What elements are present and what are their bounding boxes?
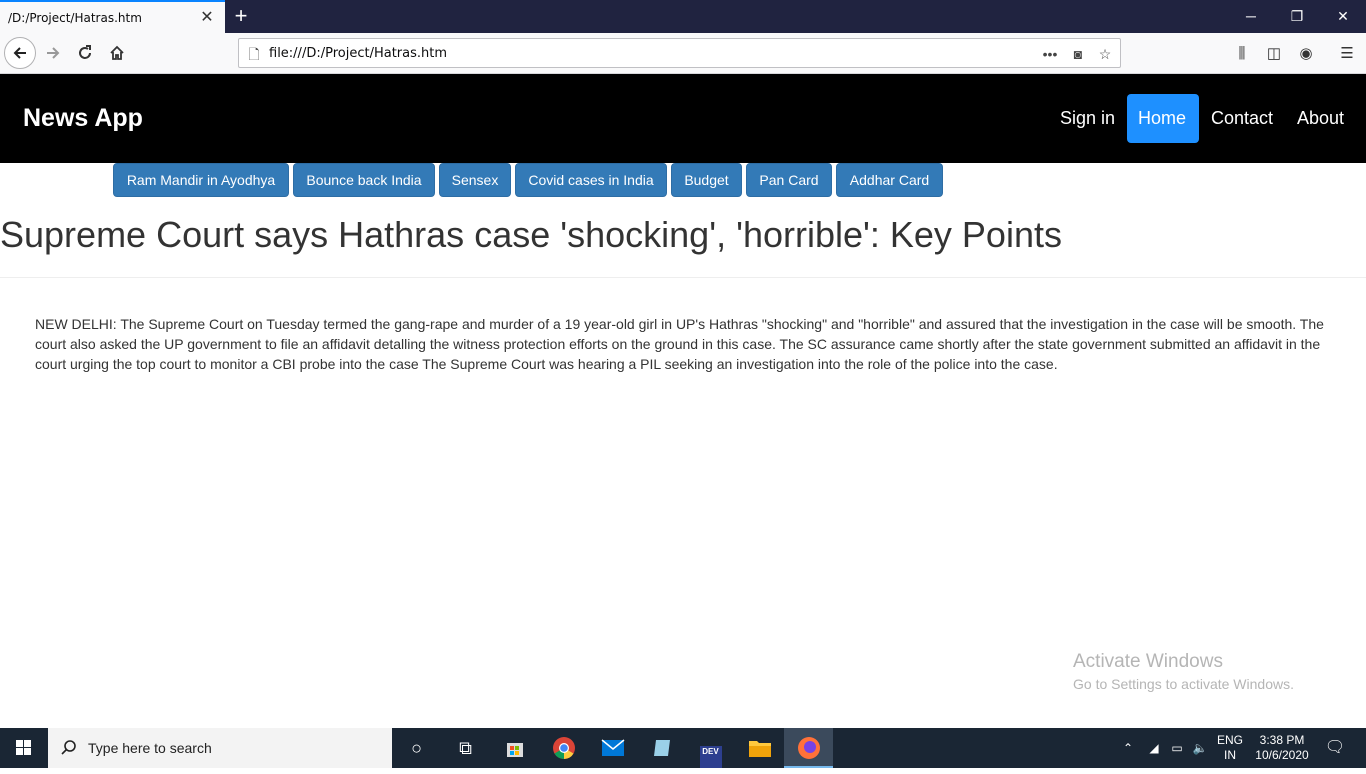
topic-button[interactable]: Sensex	[439, 163, 511, 197]
volume-icon[interactable]: 🔈	[1189, 728, 1211, 768]
browser-toolbar: 🗋 file:///D:/Project/Hatras.htm ••• ◙ ☆ …	[0, 33, 1366, 74]
activation-watermark-hint: Go to Settings to activate Windows.	[1073, 676, 1294, 692]
notes-app-icon[interactable]	[637, 728, 686, 768]
taskbar-search[interactable]: Type here to search	[48, 728, 392, 768]
notifications-icon[interactable]: 🗨	[1320, 728, 1350, 768]
url-bar[interactable]: 🗋 file:///D:/Project/Hatras.htm ••• ◙ ☆	[238, 38, 1121, 68]
topic-button[interactable]: Budget	[671, 163, 742, 197]
close-tab-icon[interactable]: ✕	[198, 9, 216, 27]
network-icon[interactable]: ◢	[1143, 728, 1165, 768]
home-icon[interactable]	[101, 37, 133, 69]
tab-title: /D:/Project/Hatras.htm	[8, 11, 142, 25]
store-icon[interactable]	[490, 728, 539, 768]
region-code: IN	[1224, 748, 1236, 762]
tray-chevron-icon[interactable]: ⌃	[1118, 728, 1138, 768]
nav-home[interactable]: Home	[1127, 94, 1199, 143]
forward-arrow-icon[interactable]	[37, 37, 69, 69]
firefox-icon[interactable]	[784, 728, 833, 768]
divider	[0, 277, 1366, 278]
back-arrow-icon[interactable]	[4, 37, 36, 69]
windows-start-icon[interactable]	[0, 728, 48, 768]
brand-logo[interactable]: News App	[23, 104, 143, 133]
browser-tab[interactable]: /D:/Project/Hatras.htm ✕	[0, 0, 225, 33]
clock-date: 10/6/2020	[1255, 748, 1309, 762]
task-view-icon[interactable]: ⧉	[441, 728, 490, 768]
clock-time: 3:38 PM	[1259, 733, 1305, 747]
language-indicator[interactable]: ENG IN	[1213, 728, 1247, 768]
mail-icon[interactable]	[588, 728, 637, 768]
dev-cpp-icon[interactable]: DEV	[686, 728, 735, 768]
browser-tab-strip: /D:/Project/Hatras.htm ✕ + ─ ❐ ✕	[0, 0, 1366, 33]
account-icon[interactable]: ◉	[1296, 44, 1316, 64]
article-headline: Supreme Court says Hathras case 'shockin…	[0, 214, 1062, 255]
cortana-icon[interactable]: ○	[392, 728, 441, 768]
topic-button[interactable]: Covid cases in India	[515, 163, 667, 197]
battery-icon[interactable]: ▭	[1166, 728, 1188, 768]
new-tab-icon[interactable]: +	[228, 4, 254, 30]
more-actions-icon[interactable]: •••	[1041, 45, 1059, 63]
topic-button[interactable]: Addhar Card	[836, 163, 943, 197]
bookmark-star-icon[interactable]: ☆	[1096, 45, 1114, 63]
language-code: ENG	[1216, 733, 1243, 747]
site-navbar: News App Sign in Home Contact About	[0, 74, 1366, 163]
library-icon[interactable]: ⫼	[1232, 44, 1252, 64]
article-body: NEW DELHI: The Supreme Court on Tuesday …	[35, 316, 1324, 372]
menu-icon[interactable]: ☰	[1337, 44, 1357, 64]
topic-button[interactable]: Pan Card	[746, 163, 832, 197]
topic-button[interactable]: Bounce back India	[293, 163, 435, 197]
file-explorer-icon[interactable]	[735, 728, 784, 768]
pocket-icon[interactable]: ◙	[1069, 45, 1087, 63]
window-close-icon[interactable]: ✕	[1320, 0, 1366, 33]
nav-sign-in[interactable]: Sign in	[1049, 94, 1126, 143]
chrome-icon[interactable]	[539, 728, 588, 768]
windows-taskbar: Type here to search ○ ⧉ DEV ⌃ ◢ ▭ 🔈 ENG …	[0, 728, 1366, 768]
search-icon	[61, 740, 76, 755]
nav-contact[interactable]: Contact	[1200, 94, 1284, 143]
nav-about[interactable]: About	[1286, 94, 1355, 143]
clock[interactable]: 3:38 PM 10/6/2020	[1250, 728, 1314, 768]
reload-icon[interactable]	[69, 37, 101, 69]
search-placeholder: Type here to search	[88, 740, 212, 756]
restore-icon[interactable]: ❐	[1274, 0, 1320, 33]
topic-button[interactable]: Ram Mandir in Ayodhya	[113, 163, 289, 197]
minimize-icon[interactable]: ─	[1228, 0, 1274, 33]
sidebar-icon[interactable]: ◫	[1264, 44, 1284, 64]
activation-watermark-title: Activate Windows	[1073, 651, 1223, 672]
page-icon: 🗋	[248, 46, 260, 62]
url-text[interactable]: file:///D:/Project/Hatras.htm	[269, 46, 447, 61]
